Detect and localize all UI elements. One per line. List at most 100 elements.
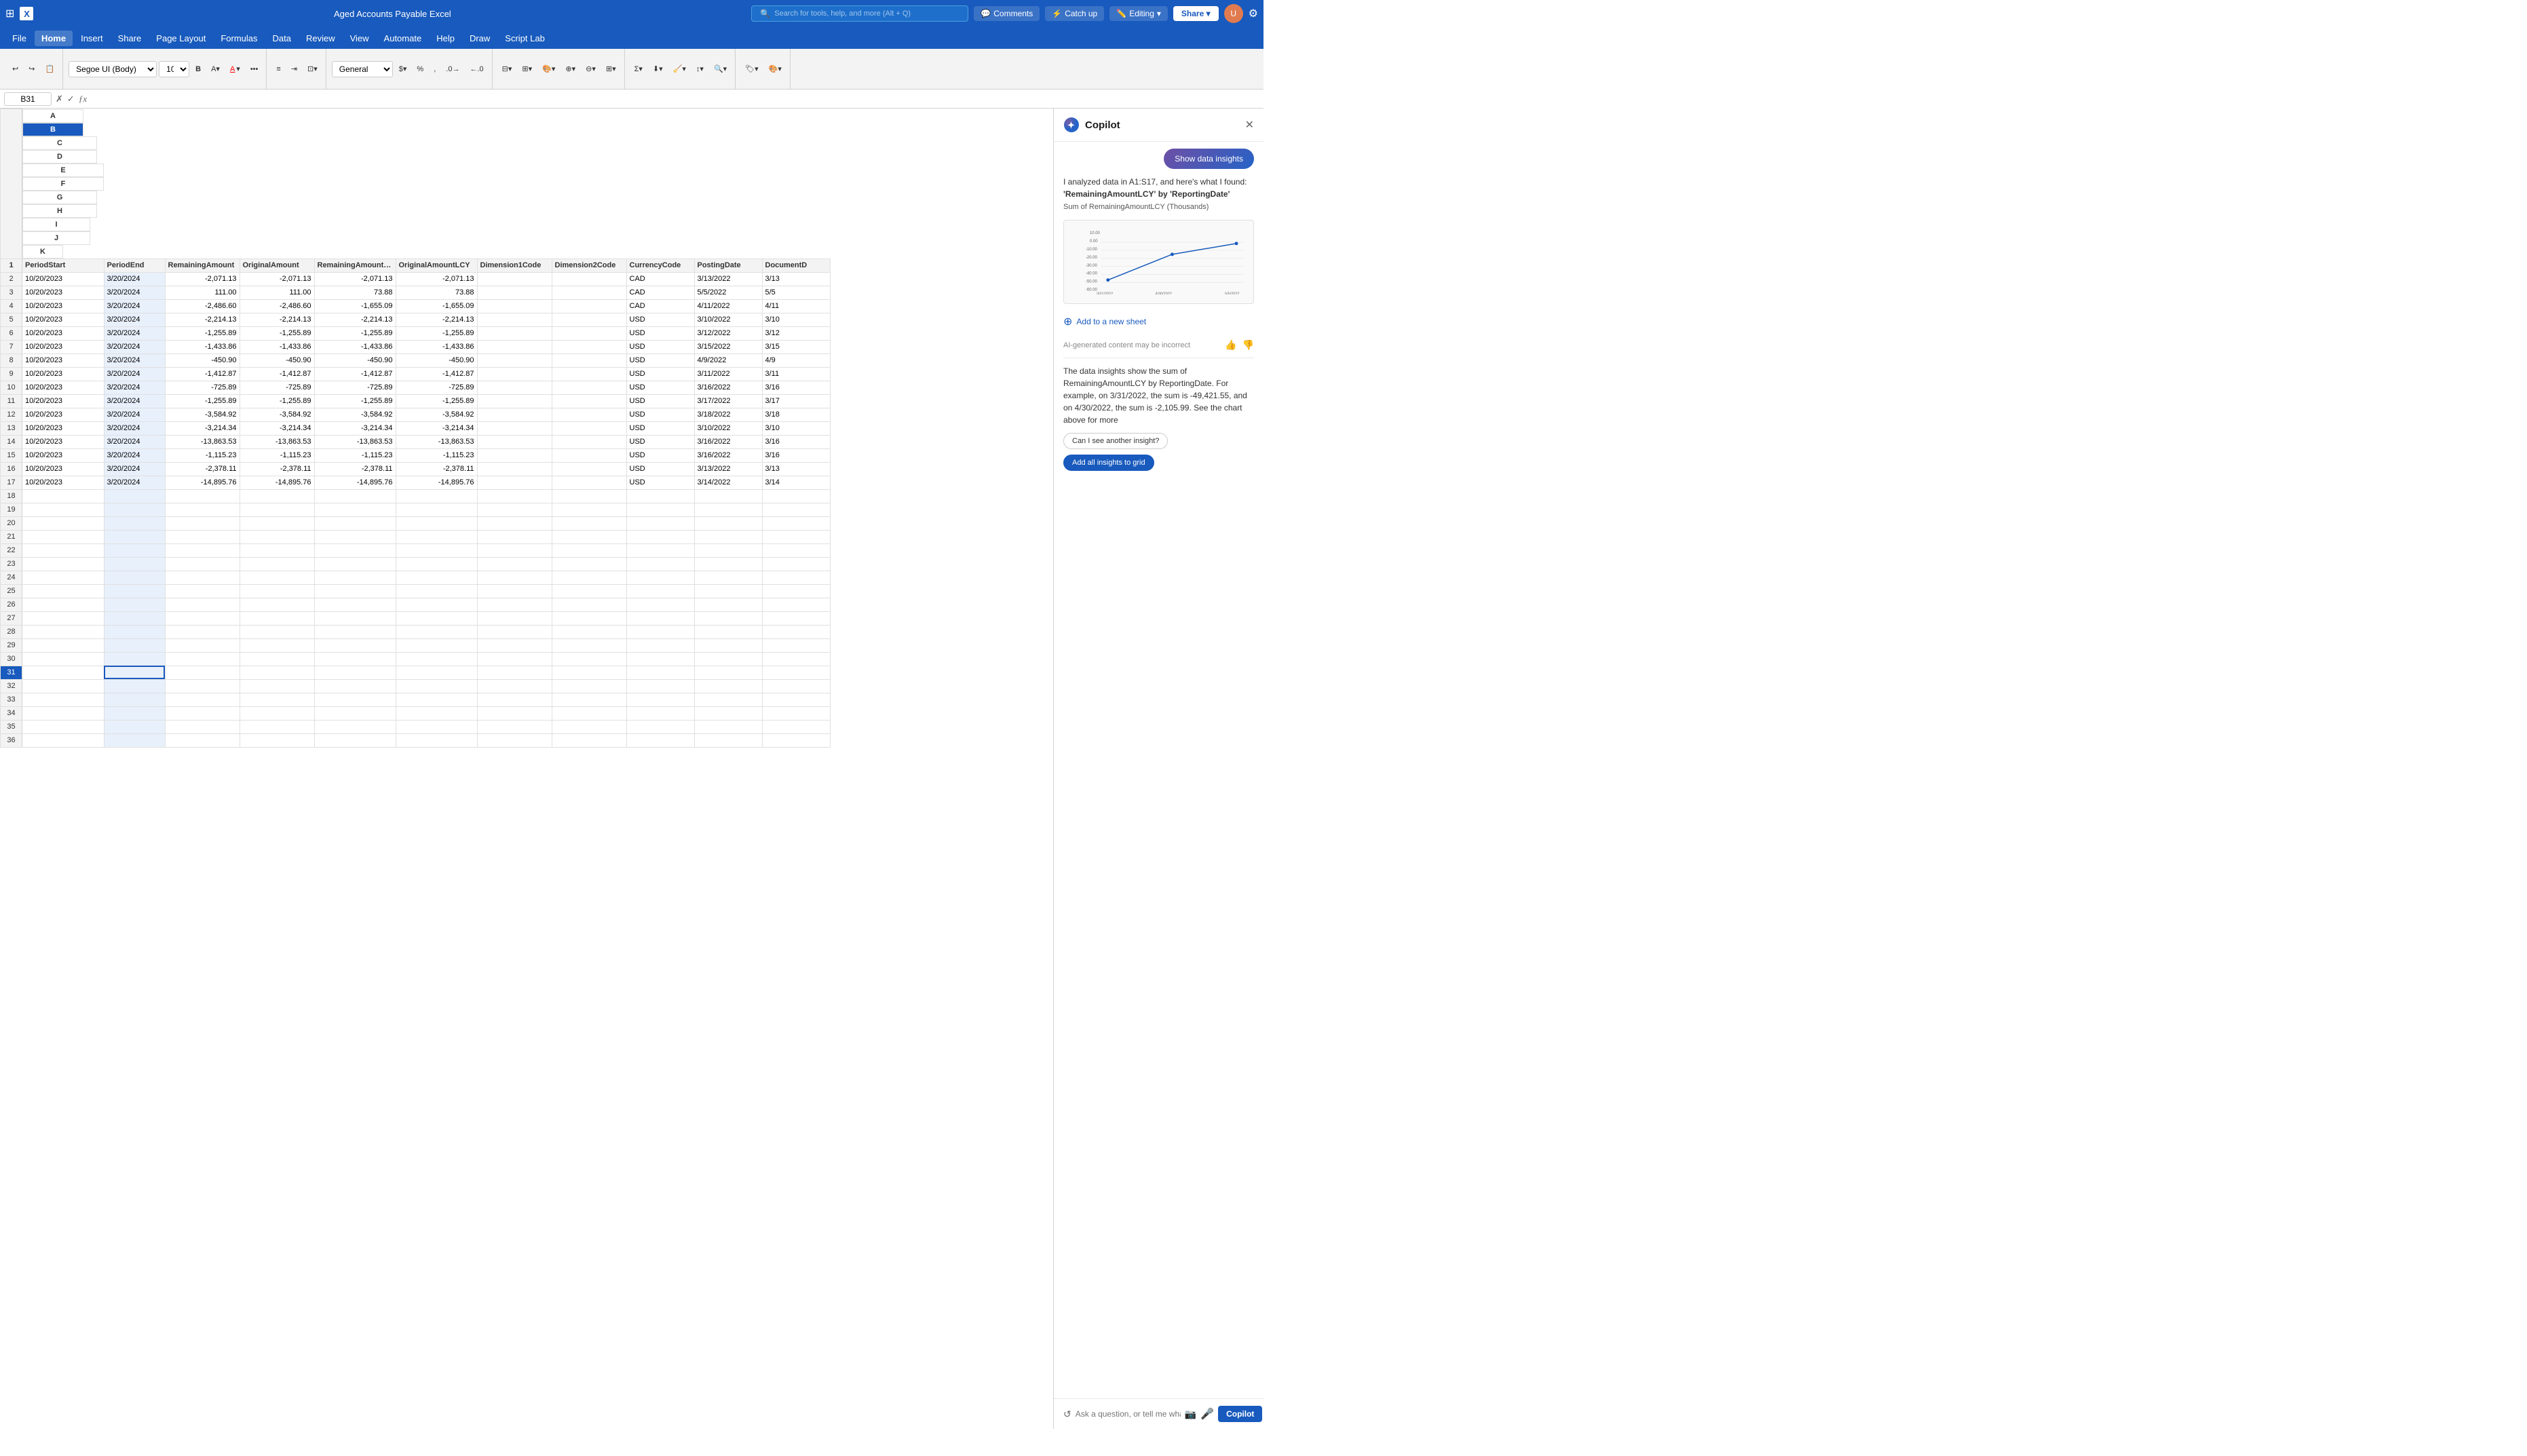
header-original-lcy[interactable]: OriginalAmountLCY [396, 258, 477, 272]
percent-button[interactable]: % [413, 62, 428, 76]
cell-j5[interactable]: 3/10/2022 [694, 313, 762, 326]
menu-automate[interactable]: Automate [377, 31, 429, 46]
cell-g33[interactable] [477, 693, 552, 706]
color-scale-button[interactable]: 🎨▾ [765, 62, 786, 76]
cell-d5[interactable]: -2,214.13 [240, 313, 314, 326]
cell-g7[interactable] [477, 340, 552, 353]
cell-f31[interactable] [396, 666, 477, 679]
cell-e25[interactable] [314, 584, 396, 598]
cell-h31[interactable] [552, 666, 626, 679]
cell-g14[interactable] [477, 435, 552, 448]
cell-g28[interactable] [477, 625, 552, 638]
cell-g36[interactable] [477, 733, 552, 747]
cell-b29[interactable] [104, 638, 165, 652]
cell-e27[interactable] [314, 611, 396, 625]
cell-i10[interactable]: USD [626, 381, 694, 394]
cell-e18[interactable] [314, 489, 396, 503]
cell-f10[interactable]: -725.89 [396, 381, 477, 394]
cell-k23[interactable] [762, 557, 830, 571]
cell-f2[interactable]: -2,071.13 [396, 272, 477, 286]
cell-c31[interactable] [165, 666, 240, 679]
col-header-k[interactable]: K [22, 245, 63, 258]
cell-f36[interactable] [396, 733, 477, 747]
insert-cells-button[interactable]: ⊕▾ [561, 62, 580, 76]
cell-c6[interactable]: -1,255.89 [165, 326, 240, 340]
cell-e22[interactable] [314, 543, 396, 557]
cell-a3[interactable]: 10/20/2023 [22, 286, 104, 299]
cell-k28[interactable] [762, 625, 830, 638]
cell-h18[interactable] [552, 489, 626, 503]
cell-i25[interactable] [626, 584, 694, 598]
confirm-formula-icon[interactable]: ✓ [67, 94, 75, 104]
cell-h24[interactable] [552, 571, 626, 584]
cell-k17[interactable]: 3/14 [762, 476, 830, 489]
cell-reference-box[interactable] [4, 92, 52, 106]
cell-b28[interactable] [104, 625, 165, 638]
cell-b25[interactable] [104, 584, 165, 598]
cell-i23[interactable] [626, 557, 694, 571]
menu-help[interactable]: Help [430, 31, 461, 46]
header-remaining-amount[interactable]: RemainingAmount [165, 258, 240, 272]
cell-c15[interactable]: -1,115.23 [165, 448, 240, 462]
cell-d7[interactable]: -1,433.86 [240, 340, 314, 353]
cell-g10[interactable] [477, 381, 552, 394]
cell-b20[interactable] [104, 516, 165, 530]
cell-g2[interactable] [477, 272, 552, 286]
cell-g12[interactable] [477, 408, 552, 421]
cell-b32[interactable] [104, 679, 165, 693]
delete-cells-button[interactable]: ⊖▾ [582, 62, 600, 76]
cell-i12[interactable]: USD [626, 408, 694, 421]
clear-button[interactable]: 🧹▾ [669, 62, 690, 76]
cell-j20[interactable] [694, 516, 762, 530]
cell-f27[interactable] [396, 611, 477, 625]
cell-a19[interactable] [22, 503, 104, 516]
copilot-submit-button[interactable]: Copilot [1218, 1406, 1262, 1422]
cell-e34[interactable] [314, 706, 396, 720]
cell-c34[interactable] [165, 706, 240, 720]
cell-d35[interactable] [240, 720, 314, 733]
cell-k21[interactable] [762, 530, 830, 543]
cell-i30[interactable] [626, 652, 694, 666]
cell-d28[interactable] [240, 625, 314, 638]
cell-d25[interactable] [240, 584, 314, 598]
cell-e24[interactable] [314, 571, 396, 584]
cell-k11[interactable]: 3/17 [762, 394, 830, 408]
cell-f34[interactable] [396, 706, 477, 720]
cell-i11[interactable]: USD [626, 394, 694, 408]
format-cells-button[interactable]: ⊞▾ [602, 62, 620, 76]
cell-k13[interactable]: 3/10 [762, 421, 830, 435]
cell-h5[interactable] [552, 313, 626, 326]
cell-a24[interactable] [22, 571, 104, 584]
cell-g27[interactable] [477, 611, 552, 625]
cell-a5[interactable]: 10/20/2023 [22, 313, 104, 326]
cell-f33[interactable] [396, 693, 477, 706]
menu-insert[interactable]: Insert [74, 31, 110, 46]
cell-h12[interactable] [552, 408, 626, 421]
copilot-input-field[interactable] [1076, 1409, 1181, 1419]
cell-j2[interactable]: 3/13/2022 [694, 272, 762, 286]
cell-j35[interactable] [694, 720, 762, 733]
cell-e32[interactable] [314, 679, 396, 693]
sort-filter-button[interactable]: ↕▾ [692, 62, 708, 76]
cell-j36[interactable] [694, 733, 762, 747]
cell-j27[interactable] [694, 611, 762, 625]
cell-b33[interactable] [104, 693, 165, 706]
cell-i29[interactable] [626, 638, 694, 652]
cell-c19[interactable] [165, 503, 240, 516]
cell-a15[interactable]: 10/20/2023 [22, 448, 104, 462]
cell-g21[interactable] [477, 530, 552, 543]
cell-a35[interactable] [22, 720, 104, 733]
cell-f5[interactable]: -2,214.13 [396, 313, 477, 326]
menu-page-layout[interactable]: Page Layout [149, 31, 212, 46]
cell-f32[interactable] [396, 679, 477, 693]
cell-g18[interactable] [477, 489, 552, 503]
cell-k9[interactable]: 3/11 [762, 367, 830, 381]
decrease-decimal-button[interactable]: ←.0 [466, 62, 487, 76]
menu-share[interactable]: Share [111, 31, 149, 46]
cell-a32[interactable] [22, 679, 104, 693]
cell-h8[interactable] [552, 353, 626, 367]
cell-b36[interactable] [104, 733, 165, 747]
cell-g22[interactable] [477, 543, 552, 557]
cell-g23[interactable] [477, 557, 552, 571]
cell-j23[interactable] [694, 557, 762, 571]
